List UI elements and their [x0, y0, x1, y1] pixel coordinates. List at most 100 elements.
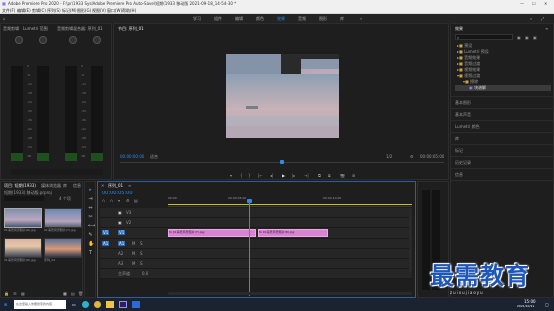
- menu-sequence[interactable]: 序列(S): [47, 8, 61, 13]
- project-tab[interactable]: 项目: 短期(1933): [4, 183, 36, 188]
- export-frame-button[interactable]: 📷: [340, 173, 345, 178]
- icon-view-icon[interactable]: ▦: [21, 291, 25, 296]
- work-area-bar[interactable]: [168, 204, 412, 205]
- taskbar-search-box[interactable]: 在这里输入你要搜索的内容: [14, 300, 66, 309]
- new-item-icon[interactable]: ▤: [71, 291, 75, 296]
- resolution-dropdown[interactable]: 1/2: [386, 154, 392, 159]
- captions-icon[interactable]: ▤: [134, 198, 138, 203]
- project-item[interactable]: 01海景风景照片(8).jpg: [4, 238, 42, 264]
- timeline-ruler[interactable]: 00:00 00:00:05:00 00:00:10:00: [168, 196, 412, 207]
- playhead-timecode[interactable]: 00:00:00:00: [120, 154, 144, 159]
- audio-clip-mixer-tab[interactable]: 音频剪辑混合器: 序列_01: [57, 26, 111, 31]
- minimize-button[interactable]: —: [520, 1, 524, 6]
- pan-knob[interactable]: [69, 36, 77, 44]
- timeline-clip[interactable]: fx 01海景风景照片(8).jpg: [258, 229, 328, 237]
- workspace-color[interactable]: 颜色: [256, 16, 264, 21]
- search-icon[interactable]: ⌕: [530, 16, 532, 21]
- snap-icon[interactable]: ∩: [102, 198, 105, 203]
- windows-icon[interactable]: ⊞: [4, 302, 7, 307]
- project-search-input[interactable]: [4, 196, 44, 201]
- effects-panel-title[interactable]: 效果: [455, 26, 463, 31]
- timeline-settings-icon[interactable]: ⚙: [126, 198, 130, 203]
- play-button[interactable]: ▶: [282, 173, 285, 178]
- master-volume[interactable]: 0.0: [142, 271, 148, 276]
- solo-button[interactable]: S: [140, 241, 143, 246]
- ripple-edit-tool-icon[interactable]: ⇔: [88, 206, 93, 211]
- mute-button[interactable]: M: [132, 251, 135, 256]
- track-toggle-icon[interactable]: ▣: [118, 220, 122, 225]
- workspace-assembly[interactable]: 组件: [214, 16, 222, 21]
- lock-icon[interactable]: 🔒: [4, 291, 9, 296]
- razor-tool-icon[interactable]: ✂: [88, 215, 93, 220]
- info-section[interactable]: 信息: [451, 168, 554, 181]
- notification-icon[interactable]: ▢: [545, 302, 549, 307]
- horizontal-scrollbar[interactable]: [168, 292, 412, 295]
- pen-tool-icon[interactable]: ✎: [88, 233, 93, 238]
- lumetri-color-section[interactable]: Lumetri 颜色: [451, 120, 554, 132]
- close-sequence-icon[interactable]: ✕: [101, 183, 104, 188]
- source-patch-v1[interactable]: V1: [102, 230, 110, 235]
- timeline-timecode[interactable]: 00:00:05:00: [102, 191, 133, 196]
- menu-clip[interactable]: 剪辑(C): [32, 8, 46, 13]
- timeline-clip[interactable]: fx 01海景风景照片(7).jpg: [168, 229, 256, 237]
- home-icon[interactable]: ⌂: [3, 16, 6, 21]
- new-bin-icon[interactable]: ■: [63, 291, 67, 296]
- libraries-section[interactable]: 库: [451, 132, 554, 144]
- mark-out-button[interactable]: }: [248, 173, 251, 178]
- fit-dropdown[interactable]: 适合: [150, 154, 158, 159]
- menu-view[interactable]: 视图(V): [92, 8, 106, 13]
- workspace-effects[interactable]: 效果: [277, 16, 285, 21]
- lumetri-scopes-tab[interactable]: Lumetri 范围: [23, 26, 48, 31]
- accelerated-effects-icon[interactable]: ▣: [517, 35, 521, 40]
- menu-graphics[interactable]: 图形(G): [77, 8, 91, 13]
- effects-search-input[interactable]: ⌕: [455, 34, 513, 40]
- clock-date[interactable]: 2021/10/11: [517, 304, 534, 309]
- workspace-graphics[interactable]: 图形: [319, 16, 327, 21]
- yuv-effects-icon[interactable]: ▣: [533, 35, 537, 40]
- add-marker-icon[interactable]: ▾: [118, 198, 120, 203]
- fullscreen-icon[interactable]: ⤢: [541, 16, 544, 21]
- selection-tool-icon[interactable]: ▸: [88, 188, 93, 193]
- solo-button[interactable]: S: [140, 251, 143, 256]
- info-tab[interactable]: 信息: [73, 183, 81, 188]
- mute-button[interactable]: M: [132, 261, 135, 266]
- program-monitor-title[interactable]: 节目: 序列_01: [118, 26, 144, 31]
- track-label[interactable]: A1: [118, 241, 126, 246]
- task-view-icon[interactable]: ▭: [72, 302, 76, 307]
- track-label[interactable]: A2: [118, 251, 123, 256]
- explorer-icon[interactable]: [106, 301, 114, 308]
- markers-section[interactable]: 标记: [451, 144, 554, 156]
- project-item[interactable]: 01海景风景照片(6).jpg: [4, 208, 42, 234]
- essential-graphics-section[interactable]: 基本图形: [451, 96, 554, 108]
- chrome-icon[interactable]: [94, 301, 101, 308]
- essential-sound-section[interactable]: 基本声音: [451, 108, 554, 120]
- settings-icon[interactable]: ⚙: [410, 154, 414, 159]
- menu-window[interactable]: 窗口(W): [107, 8, 122, 13]
- project-item[interactable]: 01海景风景照片(7).jpg: [44, 208, 82, 234]
- maximize-button[interactable]: ☐: [532, 1, 536, 6]
- workspace-audio[interactable]: 音频: [298, 16, 306, 21]
- panel-menu-icon[interactable]: ≡: [128, 183, 131, 188]
- playhead-handle[interactable]: [247, 199, 252, 203]
- hand-tool-icon[interactable]: ✋: [88, 242, 94, 247]
- premiere-icon[interactable]: [119, 301, 127, 308]
- step-forward-button[interactable]: |▸: [292, 173, 295, 178]
- linked-selection-icon[interactable]: ∩: [110, 198, 113, 203]
- workspace-learn[interactable]: 学习: [193, 16, 201, 21]
- slip-tool-icon[interactable]: ⟷: [88, 224, 95, 229]
- menu-file[interactable]: 文件(F): [2, 8, 15, 13]
- type-tool-icon[interactable]: T: [88, 251, 93, 256]
- add-marker-button[interactable]: ▾: [230, 173, 232, 178]
- track-label[interactable]: V1: [118, 230, 126, 235]
- effects-tree-item-selected[interactable]: ▣ 块溶解: [455, 85, 551, 91]
- comparison-view-button[interactable]: ⊞: [352, 173, 355, 178]
- pan-knob[interactable]: [93, 36, 101, 44]
- media-browser-tab[interactable]: 媒体浏览器: [41, 183, 61, 188]
- mute-button[interactable]: M: [132, 241, 135, 246]
- menu-edit[interactable]: 编辑(E): [17, 8, 31, 13]
- more-workspaces-icon[interactable]: »: [360, 16, 362, 21]
- go-to-out-button[interactable]: →|: [304, 173, 309, 178]
- panel-menu-icon[interactable]: ≡: [545, 26, 548, 31]
- libraries-tab[interactable]: 库: [63, 183, 67, 188]
- step-back-button[interactable]: ◂|: [270, 173, 273, 178]
